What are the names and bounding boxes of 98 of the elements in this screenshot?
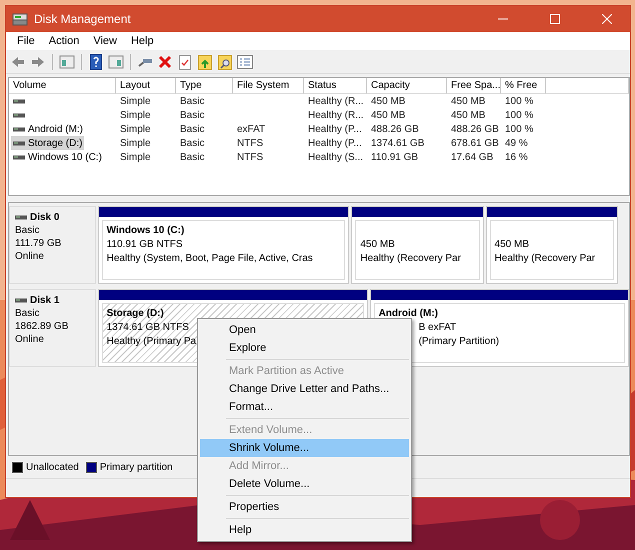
delete-icon[interactable] <box>156 53 174 71</box>
help-icon[interactable] <box>87 53 105 71</box>
maximize-icon <box>550 14 560 24</box>
table-cell-text: Basic <box>179 136 206 150</box>
disk-type: Basic <box>15 307 40 320</box>
volume-name[interactable]: Android (M:) <box>28 124 84 134</box>
partition-block[interactable]: 450 MB Healthy (Recovery Par <box>486 206 618 284</box>
check-icon[interactable] <box>176 53 194 71</box>
table-cell-text: 488.26 GB <box>450 122 500 136</box>
volume-name[interactable]: Windows 10 (C:) <box>28 152 102 162</box>
disk-name: Disk 0 <box>15 211 95 224</box>
partition-title: Windows 10 (C:) <box>106 224 186 238</box>
close-icon <box>602 14 612 24</box>
drive-icon <box>15 215 27 220</box>
table-cell-text: 100 % <box>504 108 534 122</box>
drive-icon <box>13 140 25 146</box>
table-cell-text: 110.91 GB <box>370 150 420 164</box>
drive-icon <box>13 126 25 132</box>
table-cell-text: 488.26 GB <box>370 122 420 136</box>
context-menu-item[interactable]: Properties <box>200 498 409 516</box>
table-cell-text: 1374.61 GB <box>370 136 426 150</box>
table-cell-text: 100 % <box>504 94 534 108</box>
table-cell-text: Basic <box>179 108 206 122</box>
column-header[interactable]: Volume <box>9 78 116 94</box>
partition-size: B exFAT <box>418 321 456 335</box>
context-menu-item[interactable]: Change Drive Letter and Paths... <box>200 380 409 398</box>
partition-status: Healthy (Recovery Par <box>494 252 596 266</box>
window-title: Disk Management <box>34 12 132 26</box>
menu-item[interactable]: Action <box>42 32 86 50</box>
partition-block[interactable]: Windows 10 (C:) 110.91 GB NTFS Healthy (System, Boot, Page File, Active, Cras <box>98 206 350 284</box>
partition-status: (Primary Partition) <box>418 335 500 349</box>
table-cell-text: Healthy (R... <box>307 94 365 108</box>
drive-icon <box>13 112 25 118</box>
partition-size: 1374.61 GB NTFS <box>106 321 189 335</box>
table-cell-text: Healthy (S... <box>307 150 364 164</box>
table-cell-text: Healthy (P... <box>307 122 363 136</box>
menu-item[interactable]: Help <box>124 32 161 50</box>
table-cell-text: Healthy (P... <box>307 136 363 150</box>
table-cell-text: 450 MB <box>370 94 406 108</box>
table-cell-text: 450 MB <box>450 94 486 108</box>
table-cell-text: Simple <box>119 122 152 136</box>
list-icon[interactable] <box>236 53 254 71</box>
legend-label: Unallocated <box>26 462 79 472</box>
menu-item[interactable]: File <box>10 32 42 50</box>
table-cell-text: NTFS <box>236 136 264 150</box>
partition-status: Healthy (System, Boot, Page File, Active, Cras <box>106 252 313 266</box>
context-menu-item[interactable]: Format... <box>200 398 409 416</box>
partition-size: 110.91 GB NTFS <box>106 238 183 252</box>
disk-state: Online <box>15 250 44 263</box>
folder-search-icon[interactable] <box>216 53 234 71</box>
table-cell-text: NTFS <box>236 150 264 164</box>
partition-block[interactable]: Android (M:) B exFAT (Primary Partition) <box>370 289 629 367</box>
disk-type: Basic <box>15 224 40 237</box>
column-header[interactable]: File System <box>233 78 304 94</box>
partition-status: Healthy (Recovery Par <box>360 252 461 266</box>
drive-icon <box>13 154 25 160</box>
table-cell-text: Simple <box>119 94 152 108</box>
context-menu-item[interactable]: Help <box>200 521 409 539</box>
table-cell-text: Simple <box>119 136 152 150</box>
table-cell-text: Simple <box>119 150 152 164</box>
table-cell-text: 17.64 GB <box>450 150 494 164</box>
column-header[interactable]: Type <box>176 78 233 94</box>
table-cell-text: 49 % <box>504 136 529 150</box>
table-cell-text: Simple <box>119 108 152 122</box>
partition-block[interactable]: 450 MB Healthy (Recovery Par <box>351 206 484 284</box>
partition-title: Storage (D:) <box>106 307 165 321</box>
drive-icon <box>13 98 25 104</box>
table-cell-text: exFAT <box>236 122 266 136</box>
disk-icon <box>12 12 28 26</box>
partition-size: 450 MB <box>494 238 530 252</box>
table-cell-text: 16 % <box>504 150 529 164</box>
context-menu-item[interactable]: Delete Volume... <box>200 475 409 493</box>
column-header[interactable]: Layout <box>116 78 176 94</box>
table-cell-text: Basic <box>179 122 206 136</box>
column-header[interactable]: Capacity <box>367 78 447 94</box>
legend-label: Primary partition <box>100 462 173 472</box>
table-cell-text: Healthy (R... <box>307 108 365 122</box>
disk-state: Online <box>15 333 44 346</box>
table-cell-text: 450 MB <box>370 108 406 122</box>
column-header[interactable]: Status <box>304 78 367 94</box>
folder-up-icon[interactable] <box>196 53 214 71</box>
context-menu-item[interactable]: Shrink Volume... <box>200 439 409 457</box>
disk-size: 111.79 GB <box>15 237 62 250</box>
column-header[interactable]: % Free <box>501 78 546 94</box>
menu-item[interactable]: View <box>86 32 124 50</box>
table-cell-text: Basic <box>179 94 206 108</box>
table-cell-text: Basic <box>179 150 206 164</box>
partition-title: Android (M:) <box>378 307 439 321</box>
partition-status: Healthy (Primary Pa <box>106 335 196 349</box>
disk-size: 1862.89 GB <box>15 320 68 333</box>
drive-icon <box>15 298 27 303</box>
disk-name: Disk 1 <box>15 294 95 307</box>
partition-size: 450 MB <box>360 238 395 252</box>
table-cell-text: 678.61 GB <box>450 136 500 150</box>
table-cell-text: 450 MB <box>450 108 486 122</box>
tree-icon[interactable] <box>58 53 76 71</box>
table-cell-text: 100 % <box>504 122 534 136</box>
column-header[interactable]: Free Spa... <box>447 78 501 94</box>
